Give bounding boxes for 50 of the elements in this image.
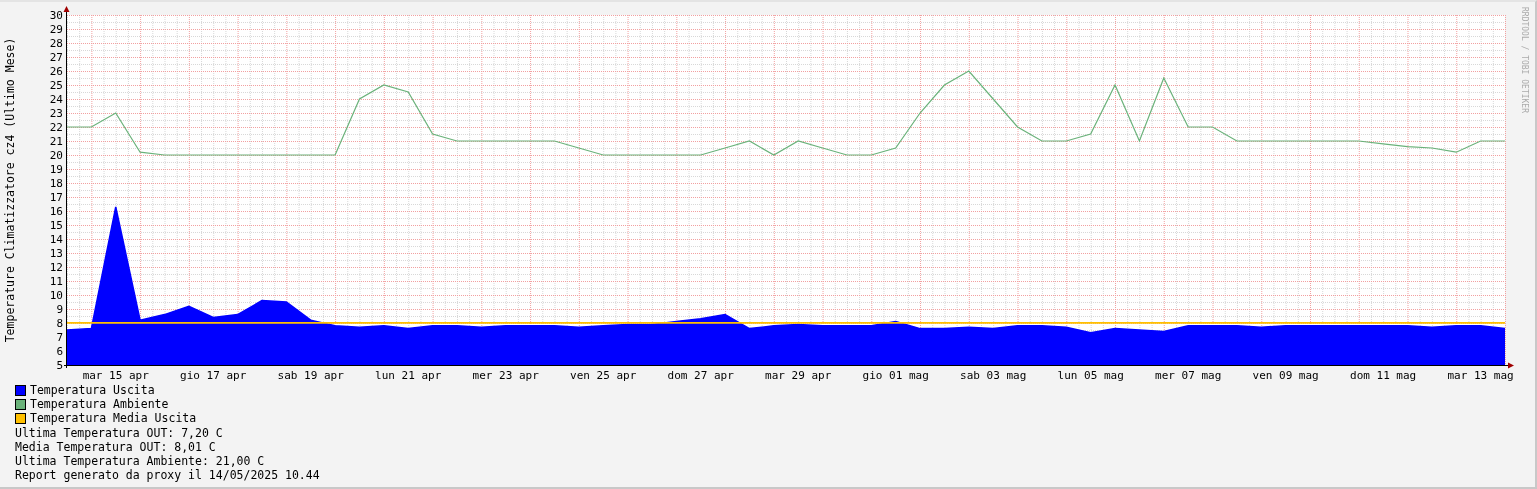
y-tick-label: 27 <box>49 51 63 64</box>
stat-text: Ultima Temperatura OUT: 7,20 C <box>15 425 224 440</box>
y-tick-label: 22 <box>49 121 63 134</box>
y-tick-label: 11 <box>49 275 63 288</box>
x-tick-label: mar 15 apr <box>82 369 149 382</box>
x-tick-label: dom 27 apr <box>667 369 734 382</box>
stat-text: Media Temperatura OUT: 8,01 C <box>15 439 217 454</box>
y-tick-label: 13 <box>49 247 63 260</box>
y-tick-label: 25 <box>49 79 63 92</box>
x-tick-label: mer 23 apr <box>472 369 539 382</box>
y-tick-label: 10 <box>49 289 63 302</box>
y-tick-label: 14 <box>49 233 63 246</box>
x-tick-label: lun 21 apr <box>375 369 442 382</box>
y-tick-label: 19 <box>49 163 63 176</box>
x-tick-label: gio 01 mag <box>862 369 929 382</box>
stat-text: Ultima Temperatura Ambiente: 21,00 C <box>15 454 266 469</box>
y-tick-label: 30 <box>49 9 63 22</box>
y-tick-label: 17 <box>49 191 63 204</box>
legend-label: Temperatura Media Uscita <box>30 411 197 426</box>
x-tick-label: sab 03 mag <box>960 369 1027 382</box>
y-tick-label: 24 <box>49 93 63 106</box>
y-tick-label: 8 <box>56 317 63 330</box>
y-tick-label: 15 <box>49 219 63 232</box>
y-tick-label: 21 <box>49 135 63 148</box>
x-tick-label: mar 29 apr <box>765 369 832 382</box>
axis-title: Temperature Climatizzatore cz4 (Ultimo Mese) <box>3 37 17 343</box>
y-tick-label: 29 <box>49 23 63 36</box>
x-tick-label: ven 09 mag <box>1252 369 1319 382</box>
legend-label: Temperatura Uscita <box>30 383 155 398</box>
y-tick-label: 23 <box>49 107 63 120</box>
y-tick-label: 20 <box>49 149 63 162</box>
y-tick-label: 5 <box>56 359 63 372</box>
x-tick-label: lun 05 mag <box>1057 369 1124 382</box>
credit-text: RRDTOOL / TOBI OETIKER <box>1520 7 1529 113</box>
x-tick-label: dom 11 mag <box>1350 369 1417 382</box>
y-tick-label: 16 <box>49 205 63 218</box>
y-tick-label: 18 <box>49 177 63 190</box>
x-tick-label: mar 13 mag <box>1447 369 1514 382</box>
y-tick-label: 12 <box>49 261 63 274</box>
x-tick-label: mer 07 mag <box>1155 369 1222 382</box>
stat-text: Report generato da proxy il 14/05/2025 10.44 <box>15 468 321 483</box>
x-tick-label: ven 25 apr <box>570 369 637 382</box>
y-tick-label: 7 <box>56 331 63 344</box>
legend-label: Temperatura Ambiente <box>30 397 169 412</box>
x-tick-label: gio 17 apr <box>180 369 247 382</box>
y-tick-label: 6 <box>56 345 63 358</box>
x-tick-label: sab 19 apr <box>277 369 344 382</box>
y-tick-label: 28 <box>49 37 63 50</box>
y-tick-label: 26 <box>49 65 63 78</box>
y-tick-label: 9 <box>56 303 63 316</box>
